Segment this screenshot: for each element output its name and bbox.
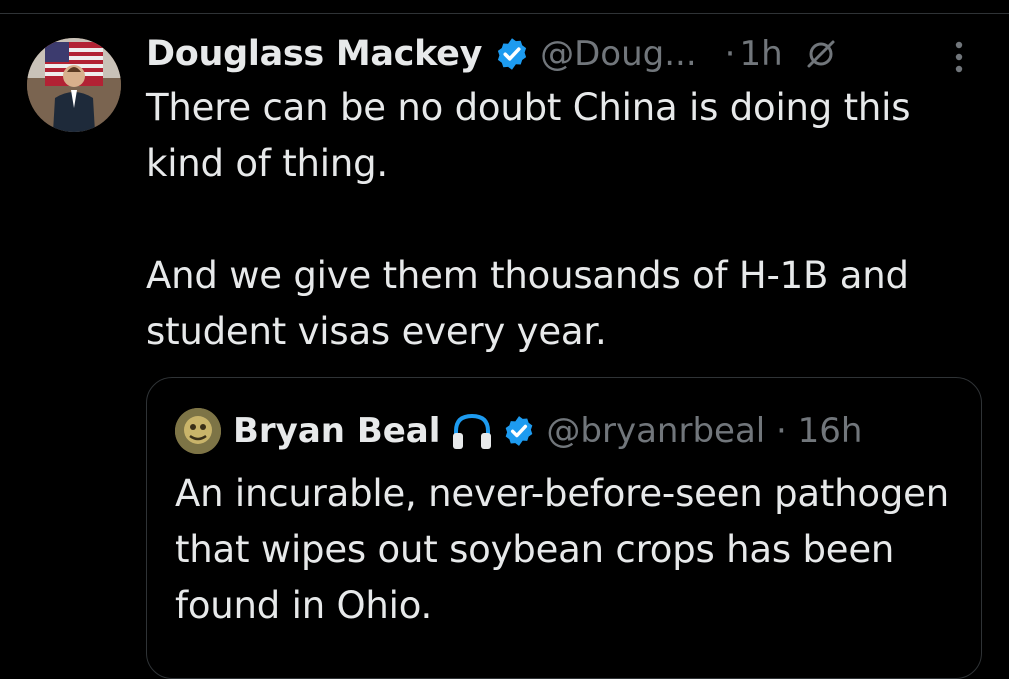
timestamp[interactable]: 1h [739,34,782,74]
tweet-body: There can be no doubt China is doing thi… [146,80,986,360]
no-reply-icon [805,38,837,70]
verified-badge-icon [494,36,530,72]
separator-dot: · [724,34,736,74]
quoted-tweet-header: Bryan Beal @bryanrbeal · 16h [175,404,862,458]
author-avatar[interactable] [27,38,121,132]
quoted-author-avatar[interactable] [175,408,221,454]
more-options-icon[interactable] [952,40,966,74]
author-handle[interactable]: @Doug... [540,34,697,74]
tweet-paragraph-1: There can be no doubt China is doing thi… [146,86,911,185]
quoted-verified-badge-icon [502,414,536,448]
tweet-header: Douglass Mackey @Doug... · 1h [146,30,837,78]
tweet-paragraph-2: And we give them thousands of H-1B and s… [146,254,909,353]
headphones-icon [450,411,494,451]
quoted-tweet-text: An incurable, never-before-seen pathogen… [175,472,949,627]
top-divider [0,13,1009,14]
quoted-tweet-card[interactable]: Bryan Beal @bryanrbeal · 16h An incurabl… [146,377,982,679]
author-name[interactable]: Douglass Mackey [146,34,482,74]
quoted-author-name[interactable]: Bryan Beal [233,411,440,451]
quoted-author-handle-time[interactable]: @bryanrbeal · 16h [546,411,862,451]
